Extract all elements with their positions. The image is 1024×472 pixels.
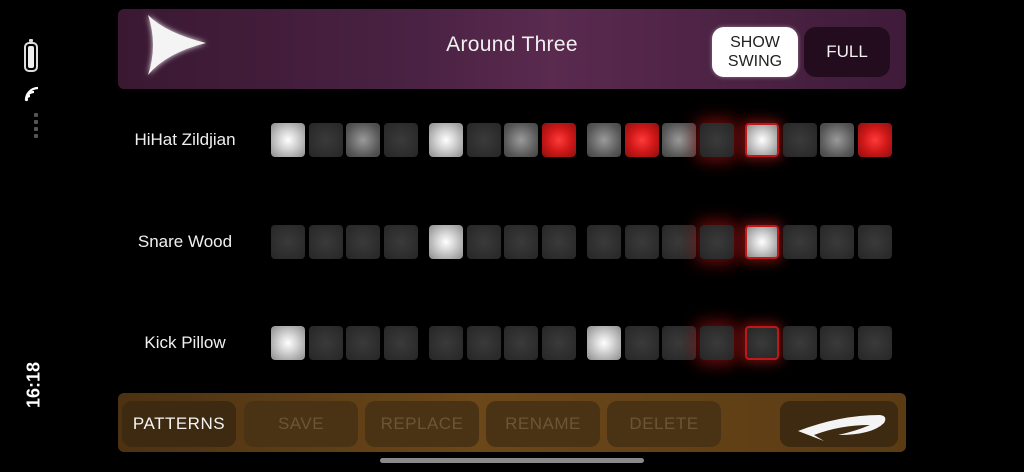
status-time: 16:18 — [23, 361, 44, 409]
rename-button[interactable]: RENAME — [486, 401, 600, 447]
step-button-r1-s3[interactable] — [346, 123, 380, 157]
step-button-r3-s3[interactable] — [346, 326, 380, 360]
step-button-r3-s11[interactable] — [662, 326, 696, 360]
step-button-r3-s12[interactable] — [699, 326, 734, 360]
home-indicator — [380, 458, 644, 463]
play-icon[interactable] — [136, 9, 212, 81]
full-button[interactable]: FULL — [804, 27, 890, 77]
step-button-r1-s16[interactable] — [857, 123, 892, 157]
save-button[interactable]: SAVE — [244, 401, 358, 447]
step-button-r2-s5[interactable] — [429, 225, 463, 259]
step-button-r1-s13[interactable] — [745, 123, 779, 157]
step-button-r2-s9[interactable] — [587, 225, 621, 259]
step-button-r2-s4[interactable] — [383, 225, 418, 259]
step-button-r1-s1[interactable] — [271, 123, 305, 157]
step-button-r3-s6[interactable] — [466, 326, 501, 360]
step-button-r3-s1[interactable] — [271, 326, 305, 360]
header-bar: Around Three SHOW SWING FULL — [118, 9, 906, 89]
step-button-r3-s9[interactable] — [587, 326, 621, 360]
status-bar: 16:18 — [0, 0, 64, 472]
step-button-r2-s7[interactable] — [504, 225, 538, 259]
step-button-r3-s7[interactable] — [504, 326, 538, 360]
step-button-r1-s12[interactable] — [699, 123, 734, 157]
step-button-r3-s2[interactable] — [308, 326, 343, 360]
step-button-r2-s16[interactable] — [857, 225, 892, 259]
step-button-r2-s8[interactable] — [541, 225, 576, 259]
step-button-r1-s6[interactable] — [466, 123, 501, 157]
step-button-r3-s14[interactable] — [782, 326, 817, 360]
step-button-r1-s9[interactable] — [587, 123, 621, 157]
replace-button[interactable]: REPLACE — [365, 401, 479, 447]
more-dots-icon — [34, 113, 40, 138]
step-button-r3-s16[interactable] — [857, 326, 892, 360]
step-button-r1-s5[interactable] — [429, 123, 463, 157]
step-button-r2-s11[interactable] — [662, 225, 696, 259]
step-button-r2-s13[interactable] — [745, 225, 779, 259]
step-button-r2-s14[interactable] — [782, 225, 817, 259]
step-button-r2-s2[interactable] — [308, 225, 343, 259]
step-button-r1-s8[interactable] — [541, 123, 576, 157]
step-button-r2-s6[interactable] — [466, 225, 501, 259]
step-button-r1-s10[interactable] — [624, 123, 659, 157]
bottom-toolbar: PATTERNS SAVE REPLACE RENAME DELETE — [118, 393, 906, 452]
wifi-icon — [24, 86, 39, 102]
step-button-r2-s3[interactable] — [346, 225, 380, 259]
step-button-r2-s15[interactable] — [820, 225, 854, 259]
step-button-r2-s10[interactable] — [624, 225, 659, 259]
patterns-button[interactable]: PATTERNS — [122, 401, 236, 447]
show-swing-button[interactable]: SHOW SWING — [712, 27, 798, 77]
step-button-r2-s12[interactable] — [699, 225, 734, 259]
step-button-r1-s14[interactable] — [782, 123, 817, 157]
step-button-r2-s1[interactable] — [271, 225, 305, 259]
step-button-r1-s4[interactable] — [383, 123, 418, 157]
step-button-r1-s2[interactable] — [308, 123, 343, 157]
swoosh-arrow-left-icon[interactable] — [780, 401, 898, 447]
track-label-kick: Kick Pillow — [144, 333, 226, 352]
track-label-hihat: HiHat Zildjian — [134, 130, 236, 149]
step-button-r3-s15[interactable] — [820, 326, 854, 360]
step-button-r1-s15[interactable] — [820, 123, 854, 157]
step-button-r3-s10[interactable] — [624, 326, 659, 360]
step-button-r3-s8[interactable] — [541, 326, 576, 360]
delete-button[interactable]: DELETE — [607, 401, 721, 447]
step-button-r3-s5[interactable] — [429, 326, 463, 360]
step-button-r3-s13[interactable] — [745, 326, 779, 360]
step-button-r1-s7[interactable] — [504, 123, 538, 157]
step-button-r1-s11[interactable] — [662, 123, 696, 157]
battery-icon — [24, 39, 38, 72]
step-button-r3-s4[interactable] — [383, 326, 418, 360]
track-label-snare: Snare Wood — [137, 232, 233, 251]
